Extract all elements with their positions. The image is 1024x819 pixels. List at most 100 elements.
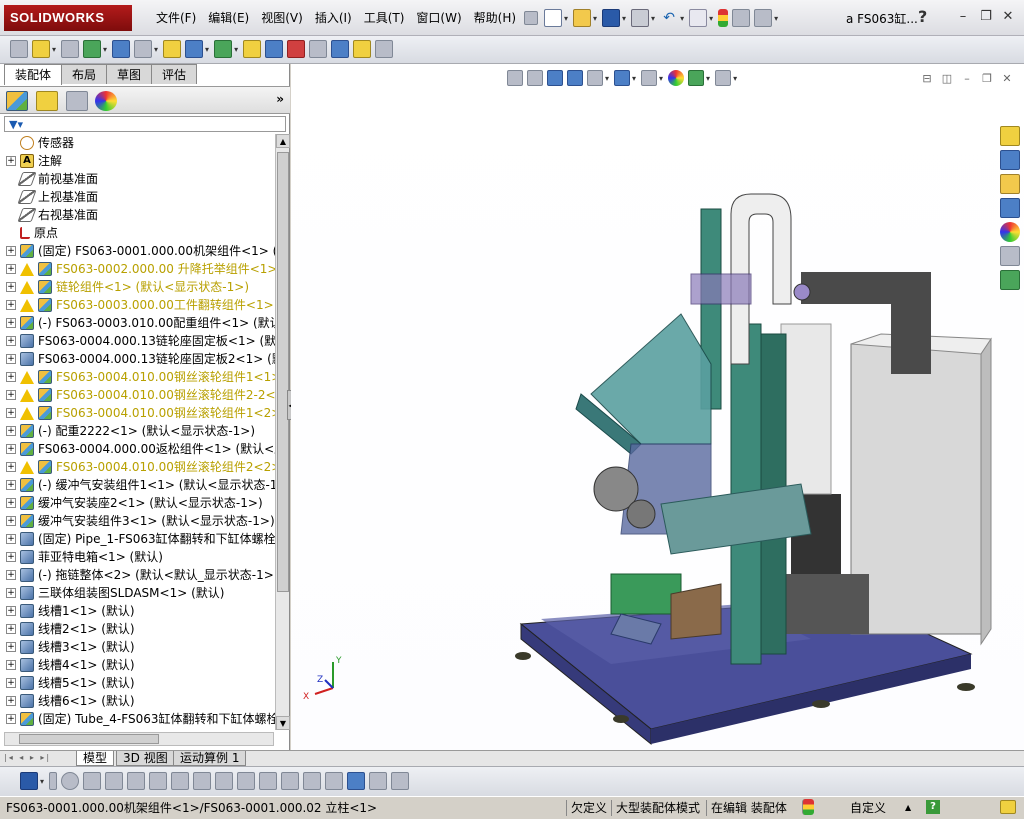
- tab-nav-arrows[interactable]: |◂ ◂ ▸ ▸|: [4, 753, 51, 762]
- tree-item[interactable]: + A 注解: [0, 152, 275, 170]
- tree-item[interactable]: + 线槽2<1> (默认): [0, 620, 275, 638]
- expand-node-icon[interactable]: +: [6, 516, 16, 526]
- tree-item[interactable]: + (-) 配重2222<1> (默认<显示状态-1>): [0, 422, 275, 440]
- minimize-icon[interactable]: –: [955, 9, 971, 25]
- expand-node-icon[interactable]: +: [6, 336, 16, 346]
- linear-pattern-icon[interactable]: [83, 40, 102, 58]
- expand-node-icon[interactable]: +: [6, 570, 16, 580]
- assembly-features-icon[interactable]: [185, 40, 204, 58]
- tree-item[interactable]: + (-) FS063-0003.010.00配重组件<1> (默认: [0, 314, 275, 332]
- expand-panel-button[interactable]: »: [276, 92, 284, 106]
- expand-node-icon[interactable]: +: [6, 498, 16, 508]
- tree-item[interactable]: + 线槽4<1> (默认): [0, 656, 275, 674]
- tree-item[interactable]: + FS063-0004.010.00钢丝滚轮组件1<2> (默: [0, 404, 275, 422]
- tree-item[interactable]: + 线槽1<1> (默认): [0, 602, 275, 620]
- expand-node-icon[interactable]: +: [6, 462, 16, 472]
- expand-node-icon[interactable]: +: [6, 282, 16, 292]
- point-icon[interactable]: [49, 772, 58, 790]
- close-icon[interactable]: ✕: [1000, 9, 1016, 25]
- menu-tools[interactable]: 工具(T): [358, 9, 411, 27]
- expand-node-icon[interactable]: +: [6, 156, 16, 166]
- perpendicular-icon[interactable]: [215, 772, 234, 790]
- expand-node-icon[interactable]: +: [6, 552, 16, 562]
- menu-help[interactable]: 帮助(H): [468, 9, 522, 27]
- expand-node-icon[interactable]: +: [6, 408, 16, 418]
- menu-edit[interactable]: 编辑(E): [202, 9, 255, 27]
- corner-icon[interactable]: [237, 772, 256, 790]
- tree-item[interactable]: + FS063-0004.000.00返松组件<1> (默认<显示: [0, 440, 275, 458]
- tree-item[interactable]: + 三联体组装图SLDASM<1> (默认): [0, 584, 275, 602]
- expand-node-icon[interactable]: +: [6, 696, 16, 706]
- tab-assembly[interactable]: 装配体: [4, 64, 63, 85]
- tree-item[interactable]: + (-) 拖链整体<2> (默认<默认_显示状态-1>: [0, 566, 275, 584]
- file-properties-icon[interactable]: [732, 9, 751, 27]
- expand-node-icon[interactable]: +: [6, 354, 16, 364]
- parallel-icon[interactable]: [193, 772, 212, 790]
- scroll-up-button[interactable]: ▲: [276, 134, 290, 148]
- check-icon[interactable]: [171, 772, 190, 790]
- expand-node-icon[interactable]: +: [6, 300, 16, 310]
- trim-icon[interactable]: [105, 772, 124, 790]
- menu-window[interactable]: 窗口(W): [410, 9, 467, 27]
- save-icon[interactable]: [602, 9, 621, 27]
- notes-icon[interactable]: [1000, 800, 1016, 814]
- tree-item[interactable]: + (固定) Pipe_1-FS063缸体翻转和下缸体螺栓: [0, 530, 275, 548]
- tree-item[interactable]: + 缓冲气安装座2<1> (默认<显示状态-1>): [0, 494, 275, 512]
- tree-item[interactable]: + FS063-0004.010.00钢丝滚轮组件1<1> (默: [0, 368, 275, 386]
- tree-item[interactable]: + FS063-0002.000.00 升降托举组件<1> (默: [0, 260, 275, 278]
- angle-dimension-icon[interactable]: [303, 772, 322, 790]
- bill-of-materials-icon[interactable]: [265, 40, 284, 58]
- horizontal-scroll-thumb[interactable]: [19, 734, 159, 744]
- tree-item[interactable]: + FS063-0003.000.00工件翻转组件<1> (默: [0, 296, 275, 314]
- tree-item[interactable]: + FS063-0004.000.13链轮座固定板2<1> (默认: [0, 350, 275, 368]
- tree-item[interactable]: + (-) 缓冲气安装组件1<1> (默认<显示状态-1: [0, 476, 275, 494]
- expand-node-icon[interactable]: +: [6, 660, 16, 670]
- scroll-down-button[interactable]: ▼: [276, 716, 290, 730]
- open-folder-icon[interactable]: [573, 9, 592, 27]
- options-icon[interactable]: [754, 9, 773, 27]
- reference-geometry-icon[interactable]: [214, 40, 233, 58]
- configuration-manager-icon[interactable]: [65, 91, 88, 111]
- tab-sketch[interactable]: 草图: [106, 64, 153, 84]
- clearance-verification-icon[interactable]: [353, 40, 372, 58]
- expand-node-icon[interactable]: +: [6, 588, 16, 598]
- menu-insert[interactable]: 插入(I): [309, 9, 358, 27]
- help-status-icon[interactable]: ?: [926, 800, 940, 814]
- box-icon[interactable]: [325, 772, 344, 790]
- move-component-icon[interactable]: [134, 40, 153, 58]
- expand-node-icon[interactable]: +: [6, 426, 16, 436]
- filter-icon[interactable]: ▼▾: [9, 118, 23, 131]
- tree-item[interactable]: + 线槽3<1> (默认): [0, 638, 275, 656]
- tree-item[interactable]: + 链轮组件<1> (默认<显示状态-1>): [0, 278, 275, 296]
- tab-evaluate[interactable]: 评估: [151, 64, 198, 84]
- feature-manager-icon[interactable]: [6, 91, 28, 111]
- restore-icon[interactable]: ❐: [978, 9, 994, 25]
- mirror-icon[interactable]: [149, 772, 168, 790]
- tree-item[interactable]: + 线槽5<1> (默认): [0, 674, 275, 692]
- expand-node-icon[interactable]: +: [6, 624, 16, 634]
- menu-view[interactable]: 视图(V): [255, 9, 309, 27]
- expand-node-icon[interactable]: +: [6, 480, 16, 490]
- expand-node-icon[interactable]: +: [6, 678, 16, 688]
- smart-fasteners-icon[interactable]: [112, 40, 131, 58]
- expand-node-icon[interactable]: +: [6, 444, 16, 454]
- tree-item[interactable]: + FS063-0004.010.00钢丝滚轮组件2<2> (默: [0, 458, 275, 476]
- camera-icon[interactable]: [369, 772, 388, 790]
- exploded-view-icon[interactable]: [287, 40, 306, 58]
- tab-layout[interactable]: 布局: [61, 64, 108, 84]
- print-icon[interactable]: [631, 9, 650, 27]
- show-hidden-icon[interactable]: [163, 40, 182, 58]
- tree-item[interactable]: 原点: [0, 224, 275, 242]
- status-rebuild-icon[interactable]: [802, 799, 814, 815]
- tree-item[interactable]: + 线槽6<1> (默认): [0, 692, 275, 710]
- help-icon[interactable]: ?: [918, 7, 927, 26]
- undo-icon[interactable]: ↶: [660, 9, 678, 27]
- angle-icon[interactable]: [127, 772, 146, 790]
- expand-node-icon[interactable]: +: [6, 372, 16, 382]
- tree-item[interactable]: + (固定) Tube_4-FS063缸体翻转和下缸体螺栓: [0, 710, 275, 728]
- menu-file[interactable]: 文件(F): [150, 9, 202, 27]
- tree-vertical-scrollbar[interactable]: ▲ ▼: [275, 134, 290, 730]
- tree-horizontal-scrollbar[interactable]: [4, 732, 274, 746]
- expand-node-icon[interactable]: +: [6, 714, 16, 724]
- expand-node-icon[interactable]: +: [6, 390, 16, 400]
